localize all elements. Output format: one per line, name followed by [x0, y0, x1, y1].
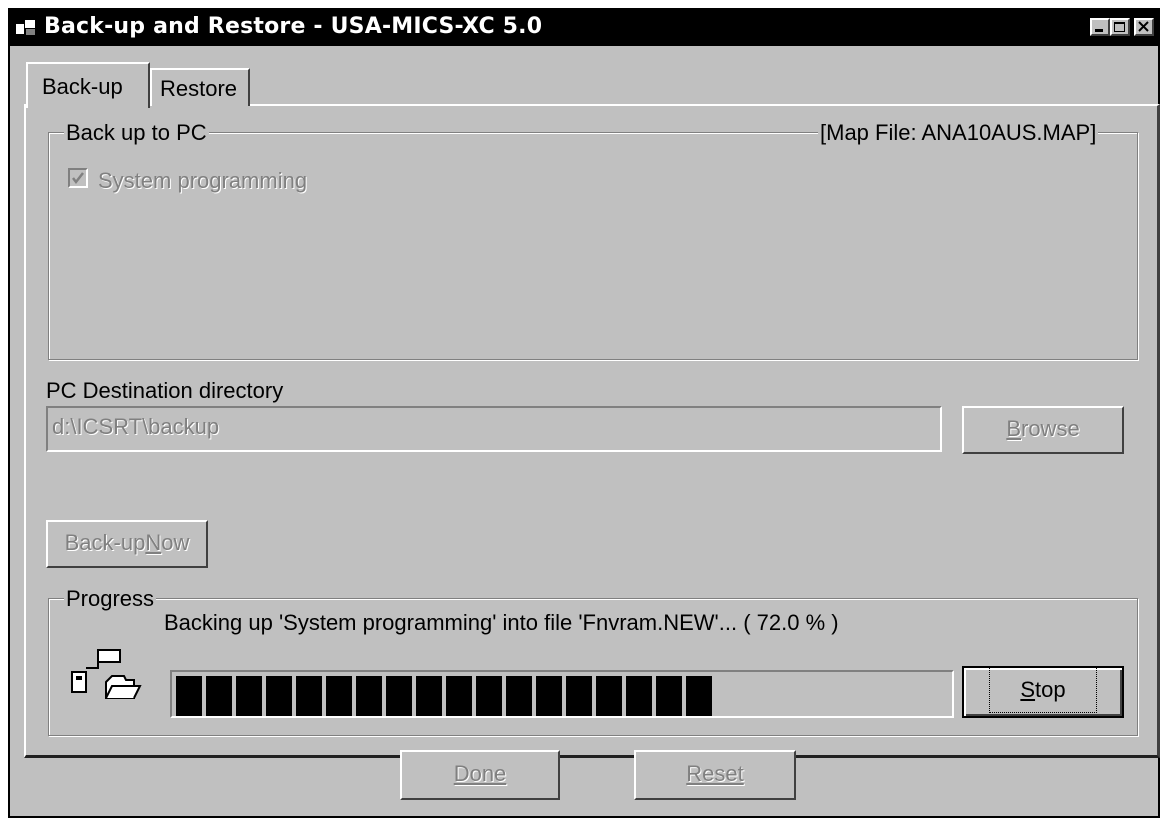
map-file-label: [Map File: ANA10AUS.MAP] [818, 120, 1099, 146]
backup-group-legend: Back up to PC [64, 120, 209, 146]
minimize-button[interactable] [1090, 18, 1110, 36]
system-programming-label: System programming [98, 168, 308, 193]
window-title: Back-up and Restore - USA-MICS-XC 5.0 [44, 14, 543, 39]
maximize-button[interactable] [1110, 18, 1130, 36]
progress-block [236, 676, 262, 716]
browse-button[interactable]: Browse [962, 406, 1124, 454]
progress-block [686, 676, 712, 716]
close-icon [1138, 21, 1149, 32]
reset-button[interactable]: Reset [634, 750, 796, 800]
progress-block [506, 676, 532, 716]
destination-label: PC Destination directory [46, 378, 284, 403]
destination-field[interactable]: d:\ICSRT\backup [46, 406, 942, 452]
progress-block [176, 676, 202, 716]
title-bar[interactable]: Back-up and Restore - USA-MICS-XC 5.0 [10, 10, 1158, 46]
progress-block [296, 676, 322, 716]
progress-block [266, 676, 292, 716]
progress-block [596, 676, 622, 716]
done-button[interactable]: Done [400, 750, 560, 800]
progress-block [626, 676, 652, 716]
stop-button[interactable]: Stop [962, 666, 1124, 718]
tab-restore[interactable]: Restore [150, 68, 250, 106]
backup-restore-window: Back-up and Restore - USA-MICS-XC 5.0 Ba… [8, 8, 1160, 818]
close-button[interactable] [1134, 18, 1154, 36]
active-tab-joint [28, 102, 148, 108]
progress-block [206, 676, 232, 716]
tab-backup-label: Back-up [42, 74, 123, 99]
progress-block [326, 676, 352, 716]
checkmark-icon [72, 172, 84, 185]
progress-block [356, 676, 382, 716]
progress-block [536, 676, 562, 716]
progress-block [566, 676, 592, 716]
app-icon [16, 20, 35, 35]
progress-block [386, 676, 412, 716]
progress-block [446, 676, 472, 716]
backup-group [48, 132, 1138, 360]
backup-now-label: Back-up Now [64, 530, 190, 555]
destination-value: d:\ICSRT\backup [52, 414, 220, 439]
minimize-icon [1095, 29, 1103, 32]
progress-legend: Progress [64, 586, 157, 612]
progress-blocks [176, 676, 712, 716]
progress-block [416, 676, 442, 716]
maximize-icon [1114, 22, 1125, 32]
done-label: Done [453, 761, 507, 786]
backup-transfer-icon [71, 649, 142, 699]
stop-label: Stop [989, 667, 1097, 713]
progress-block [476, 676, 502, 716]
progress-block [656, 676, 682, 716]
reset-label: Reset [686, 761, 744, 786]
backup-now-button[interactable]: Back-up Now [46, 520, 208, 568]
system-programming-checkbox[interactable] [68, 168, 88, 188]
browse-label: Browse [1006, 416, 1080, 441]
tab-restore-label: Restore [160, 76, 238, 101]
progress-bar [170, 670, 954, 718]
progress-status-text: Backing up 'System programming' into fil… [164, 610, 839, 635]
